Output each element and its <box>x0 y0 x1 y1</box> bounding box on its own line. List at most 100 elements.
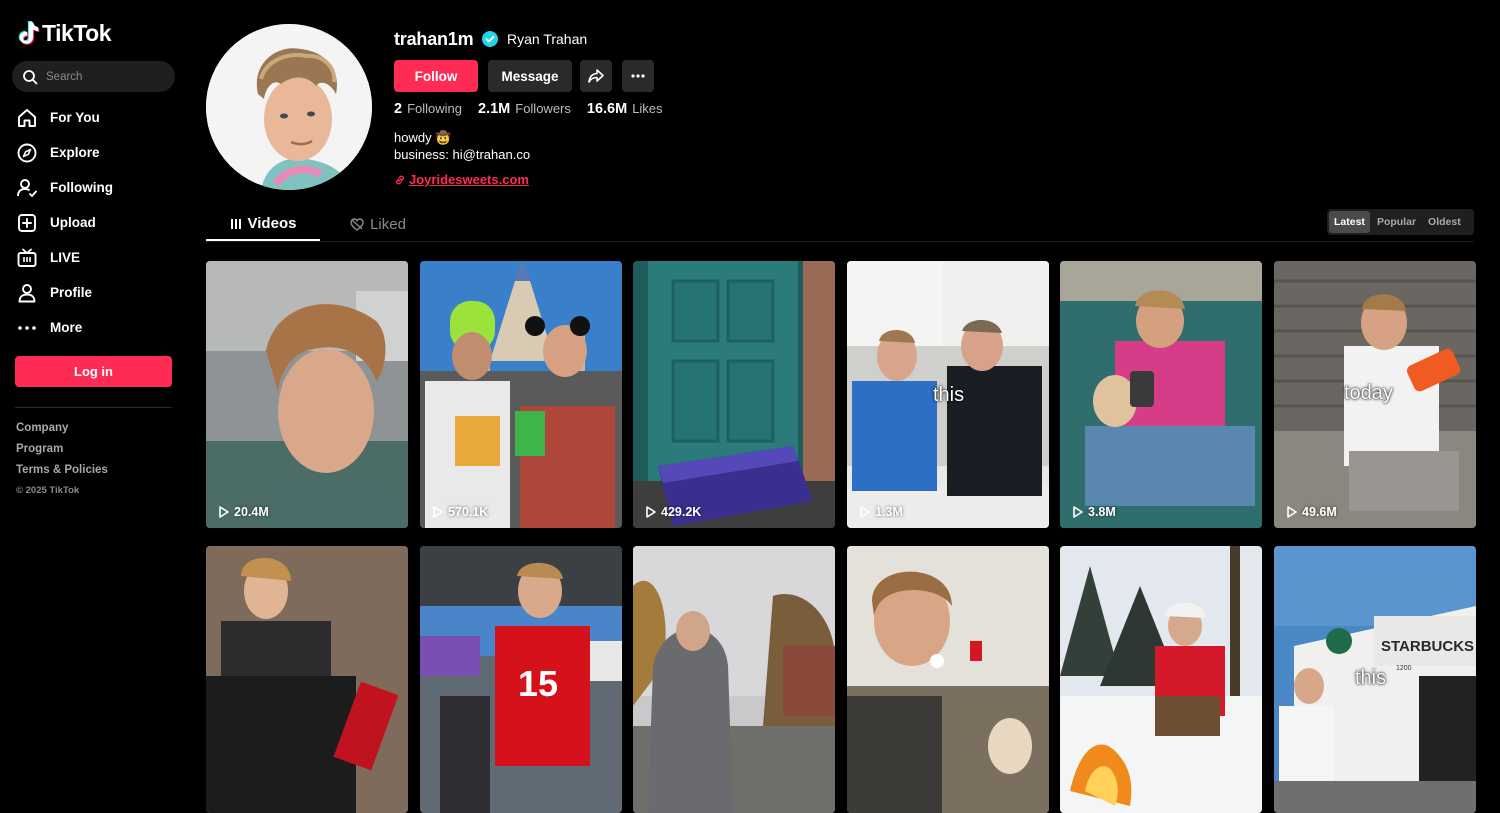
video-card[interactable]: 570.1K <box>420 261 622 528</box>
sidebar: TikTok For You Explore Following Upload … <box>0 0 190 756</box>
play-icon <box>433 506 443 518</box>
video-card[interactable] <box>206 546 408 813</box>
tab-videos-label: Videos <box>247 215 297 232</box>
more-options-button[interactable] <box>622 60 654 92</box>
play-icon <box>1073 506 1083 518</box>
play-icon <box>1287 506 1297 518</box>
grid-icon <box>230 218 241 229</box>
view-count: 429.2K <box>646 505 701 519</box>
view-count-text: 429.2K <box>661 505 702 519</box>
upload-icon <box>18 213 36 232</box>
tiktok-logo[interactable]: TikTok <box>18 20 112 47</box>
video-thumbnail <box>1060 261 1262 528</box>
video-card[interactable]: STARBUCKS 1200 this <box>1274 546 1476 813</box>
play-icon <box>219 506 229 518</box>
tiktok-note-icon <box>18 20 40 45</box>
search-bar[interactable] <box>12 61 175 92</box>
bio-line-1: howdy 🤠 <box>394 130 452 145</box>
sidebar-item-label: Following <box>50 180 113 195</box>
video-thumbnail <box>633 261 835 528</box>
sidebar-divider <box>15 407 172 408</box>
video-card[interactable]: this 1.3M <box>847 261 1049 528</box>
play-icon <box>860 506 870 518</box>
caption-overlay: this <box>1355 667 1387 689</box>
profile-nickname: Ryan Trahan <box>507 31 588 47</box>
sort-popular[interactable]: Popular <box>1372 211 1421 233</box>
profile-stats: 2 Following 2.1M Followers 16.6M Likes <box>394 101 663 117</box>
video-card[interactable]: 20.4M <box>206 261 408 528</box>
view-count: 20.4M <box>219 505 269 519</box>
view-count-text: 1.3M <box>875 505 903 519</box>
copyright-text: © 2025 TikTok <box>16 485 80 496</box>
video-thumbnail <box>1060 546 1262 813</box>
sort-toggle: Latest Popular Oldest <box>1327 209 1474 235</box>
caption-overlay: today <box>1344 382 1393 404</box>
message-button[interactable]: Message <box>488 60 572 92</box>
profile-tabs: Videos Liked <box>206 208 1474 242</box>
sidebar-item-following[interactable]: Following <box>16 170 186 205</box>
sidebar-nav: For You Explore Following Upload LIVE Pr… <box>16 100 186 345</box>
caption-overlay: this <box>933 384 965 406</box>
ellipsis-icon <box>631 74 645 78</box>
login-button[interactable]: Log in <box>15 356 172 387</box>
sidebar-item-explore[interactable]: Explore <box>16 135 186 170</box>
video-card[interactable]: 3.8M <box>1060 261 1262 528</box>
likes-label: Likes <box>632 101 663 116</box>
live-icon <box>17 248 37 267</box>
video-thumbnail <box>206 546 408 813</box>
sort-latest[interactable]: Latest <box>1329 211 1370 233</box>
video-card[interactable] <box>1060 546 1262 813</box>
view-count: 570.1K <box>433 505 488 519</box>
video-card[interactable]: today 49.6M <box>1274 261 1476 528</box>
sidebar-item-label: Explore <box>50 145 100 160</box>
stat-following[interactable]: 2 Following <box>394 101 462 117</box>
view-count-text: 49.6M <box>1302 505 1337 519</box>
sidebar-item-live[interactable]: LIVE <box>16 240 186 275</box>
view-count-text: 3.8M <box>1088 505 1116 519</box>
tab-liked-label: Liked <box>370 216 406 233</box>
footer-link-company[interactable]: Company <box>16 421 108 442</box>
sidebar-item-upload[interactable]: Upload <box>16 205 186 240</box>
home-icon <box>18 108 36 127</box>
sidebar-item-for-you[interactable]: For You <box>16 100 186 135</box>
building-address: 1200 <box>1396 665 1412 672</box>
sidebar-item-label: LIVE <box>50 250 81 265</box>
bio-line-2: business: hi@trahan.co <box>394 147 531 162</box>
sort-oldest[interactable]: Oldest <box>1423 211 1466 233</box>
video-card[interactable] <box>633 546 835 813</box>
video-card[interactable]: 429.2K <box>633 261 835 528</box>
view-count: 1.3M <box>860 505 903 519</box>
video-thumbnail <box>847 546 1049 813</box>
profile-link[interactable]: Joyridesweets.com <box>394 172 529 187</box>
tab-videos[interactable]: Videos <box>206 208 320 241</box>
follow-button[interactable]: Follow <box>394 60 478 92</box>
footer-link-terms[interactable]: Terms & Policies <box>16 463 108 484</box>
sidebar-footer: Company Program Terms & Policies © 2025 … <box>16 421 108 496</box>
profile-icon <box>18 283 36 302</box>
profile-avatar[interactable] <box>206 24 372 190</box>
share-button[interactable] <box>580 60 612 92</box>
likes-count: 16.6M <box>586 101 628 117</box>
video-card[interactable] <box>847 546 1049 813</box>
sidebar-item-label: Profile <box>50 285 93 300</box>
play-icon <box>646 506 656 518</box>
stat-likes: 16.6M Likes <box>587 101 663 117</box>
more-icon <box>18 325 36 330</box>
sidebar-item-more[interactable]: More <box>16 310 186 345</box>
view-count: 3.8M <box>1073 505 1116 519</box>
link-icon <box>396 175 404 184</box>
sidebar-item-profile[interactable]: Profile <box>16 275 186 310</box>
sidebar-item-label: More <box>50 320 83 335</box>
search-input[interactable] <box>46 70 166 83</box>
jersey-number: 15 <box>518 663 558 704</box>
video-thumbnail <box>633 546 835 813</box>
footer-link-program[interactable]: Program <box>16 442 108 463</box>
sidebar-item-label: Upload <box>50 215 96 230</box>
compass-icon <box>17 143 37 162</box>
followers-label: Followers <box>515 101 571 116</box>
tab-liked[interactable]: Liked <box>338 208 418 241</box>
view-count-text: 20.4M <box>234 505 269 519</box>
share-icon <box>588 69 604 83</box>
stat-followers[interactable]: 2.1M Followers <box>478 101 571 117</box>
video-card[interactable]: 15 <box>420 546 622 813</box>
